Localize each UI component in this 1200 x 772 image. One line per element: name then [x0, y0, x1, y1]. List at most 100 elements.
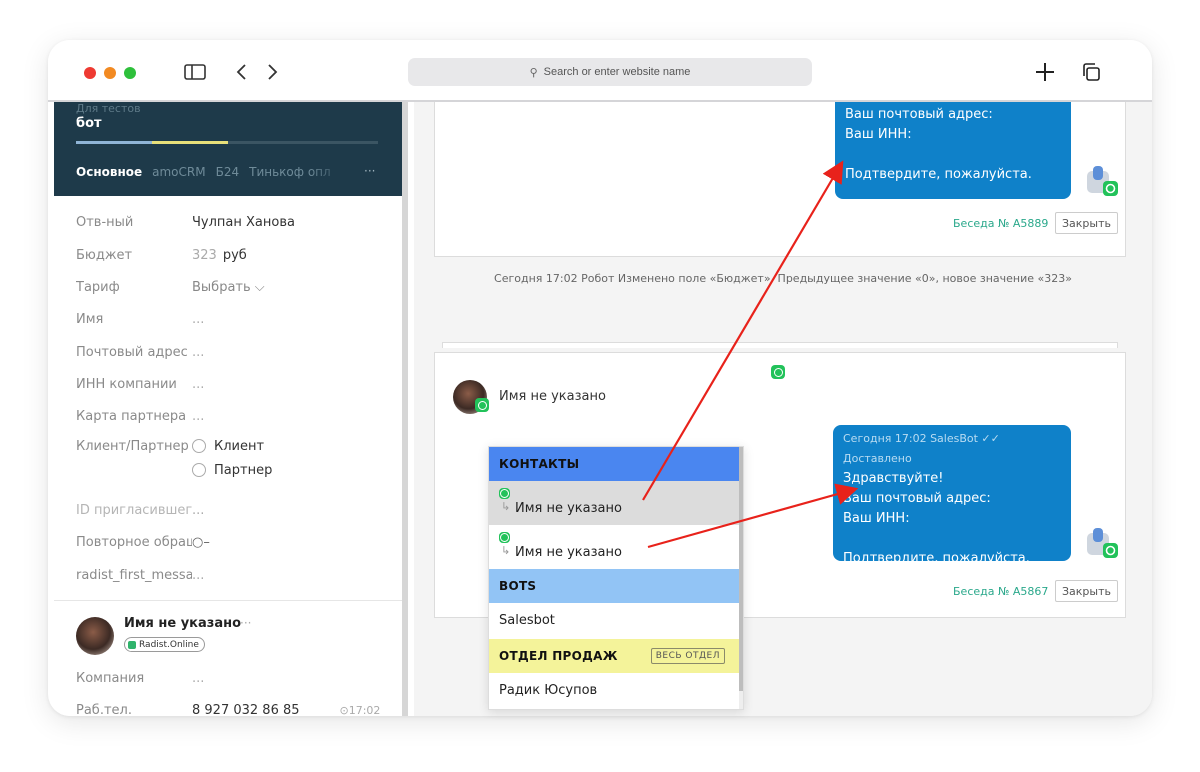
field-value: ...	[192, 567, 205, 583]
field-budget[interactable]: Бюджет 323 руб	[76, 245, 247, 265]
phone-value: 8 927 032 86 85	[192, 702, 300, 717]
lead-name[interactable]: бот	[76, 116, 102, 131]
screenshot-stage: ⚲ Search or enter website name Для тесто…	[0, 0, 1200, 772]
contact-tag: Radist.Online	[124, 637, 205, 652]
bot-message-bubble: Ваш почтовый адрес: Ваш ИНН: Подтвердите…	[835, 102, 1071, 199]
contact-name[interactable]: Имя не указано	[124, 616, 241, 631]
field-label: Раб.тел.	[76, 702, 132, 717]
whatsapp-badge-icon	[475, 398, 489, 412]
field-name[interactable]: Имя ...	[76, 309, 204, 329]
dropdown-item-label: Имя не указано	[515, 545, 622, 560]
section-label: ОТДЕЛ ПРОДАЖ	[499, 649, 618, 663]
tab-b24[interactable]: Б24	[216, 165, 240, 179]
dropdown-contact-item[interactable]: ↳ Имя не указано	[489, 525, 739, 569]
budget-value: 323	[192, 247, 217, 263]
address-bar[interactable]: ⚲ Search or enter website name	[408, 58, 812, 86]
tariff-select[interactable]: Выбрать ⌵	[192, 280, 265, 295]
field-work-phone[interactable]: Раб.тел. 8 927 032 86 85 ⊙17:02	[76, 700, 381, 717]
whole-department-button[interactable]: ВЕСЬ ОТДЕЛ	[650, 648, 725, 664]
bot-message-bubble: Сегодня 17:02 SalesBot ✓✓ Доставлено Здр…	[833, 425, 1071, 566]
field-client-partner-option2: Партнер	[192, 460, 272, 480]
message-line: Подтвердите, пожалуйста.	[843, 551, 1030, 566]
pipeline-progress	[76, 141, 378, 144]
address-placeholder: Search or enter website name	[543, 66, 691, 78]
field-repeat-request[interactable]: Повторное обращение ○–	[76, 532, 210, 552]
field-label: Компания	[76, 670, 145, 686]
tag-label: Radist.Online	[139, 639, 199, 650]
sales-dept-section-header: ОТДЕЛ ПРОДАЖ ВЕСЬ ОТДЕЛ	[489, 639, 739, 673]
left-panel-scrollbar[interactable]	[402, 102, 408, 716]
field-label: radist_first_message	[76, 567, 192, 583]
bots-section-header: BOTS	[489, 569, 739, 603]
lead-header: Для тестов бот Основное amoCRM Б24 Тиньк…	[54, 102, 408, 196]
contact-more-button[interactable]: ···	[240, 616, 251, 630]
close-conversation-button[interactable]: Закрыть	[1055, 212, 1118, 234]
field-label: Почтовый адрес	[76, 344, 188, 360]
minimize-window-button[interactable]	[104, 67, 116, 79]
field-company-inn[interactable]: ИНН компании ...	[76, 374, 204, 394]
dropdown-user-item[interactable]: Радик Юсупов	[489, 673, 739, 709]
message-meta: Сегодня 17:02 SalesBot ✓✓ Доставлено	[843, 432, 1000, 465]
field-partner-card[interactable]: Карта партнера ...	[76, 406, 204, 426]
field-radist-first-message[interactable]: radist_first_message ...	[76, 565, 204, 585]
contacts-section-header: КОНТАКТЫ	[489, 447, 739, 481]
radio-client[interactable]	[192, 439, 206, 453]
forward-icon[interactable]	[264, 58, 282, 86]
message-line: Подтвердите, пожалуйста.	[845, 167, 1032, 182]
pipeline-label: Для тестов	[76, 102, 141, 115]
new-tab-icon[interactable]	[1032, 58, 1058, 86]
salesbot-icon	[1087, 528, 1118, 558]
sidebar-toggle-icon[interactable]	[182, 58, 208, 86]
field-label: Имя	[76, 311, 104, 327]
sub-item-arrow-icon: ↳	[501, 500, 511, 513]
tabs-overview-icon[interactable]	[1078, 58, 1104, 86]
field-label: Тариф	[76, 279, 120, 295]
back-icon[interactable]	[232, 58, 250, 86]
radio-partner[interactable]	[192, 463, 206, 477]
field-value: ...	[192, 670, 205, 686]
tab-main[interactable]: Основное	[76, 165, 142, 179]
tabs-fade	[308, 160, 368, 186]
tag-icon	[128, 640, 136, 649]
field-label: Бюджет	[76, 247, 133, 263]
tabs-more-button[interactable]: ···	[364, 164, 375, 178]
field-inviter-id[interactable]: ID пригласившего ...	[76, 500, 204, 520]
close-window-button[interactable]	[84, 67, 96, 79]
message-line: Здравствуйте!	[843, 471, 944, 486]
dropdown-contact-item[interactable]: ↳ Имя не указано	[489, 481, 739, 525]
recipient-dropdown: КОНТАКТЫ ↳ Имя не указано ↳ Имя не указа…	[488, 446, 744, 710]
browser-toolbar: ⚲ Search or enter website name	[48, 40, 1152, 102]
lead-tabs: Основное amoCRM Б24 Тинькоф опл	[76, 165, 331, 179]
close-conversation-button[interactable]: Закрыть	[1055, 580, 1118, 602]
tab-amocrm[interactable]: amoCRM	[152, 165, 205, 179]
lead-card-panel: Для тестов бот Основное amoCRM Б24 Тиньк…	[54, 102, 408, 716]
conversation-number[interactable]: Беседа № A5889	[953, 217, 1048, 230]
contact-avatar	[76, 617, 114, 655]
system-event-note: Сегодня 17:02 Робот Изменено поле «Бюдже…	[494, 272, 1072, 285]
phone-time: ⊙17:02	[339, 703, 381, 717]
toggle-switch[interactable]: ○–	[192, 535, 210, 550]
field-label: Карта партнера	[76, 408, 187, 424]
message-line: Ваш ИНН:	[843, 511, 910, 526]
field-postal-address[interactable]: Почтовый адрес ...	[76, 342, 204, 362]
radio-client-label: Клиент	[214, 438, 265, 454]
message-line: Ваш ИНН:	[845, 127, 912, 142]
conversation-number[interactable]: Беседа № A5867	[953, 585, 1048, 598]
field-label: Повторное обращение	[76, 534, 192, 550]
field-label: Клиент/Партнер	[76, 438, 189, 454]
field-label: ИНН компании	[76, 376, 177, 392]
field-tariff[interactable]: Тариф Выбрать ⌵	[76, 277, 265, 297]
budget-currency: руб	[222, 247, 247, 263]
field-company[interactable]: Компания ...	[76, 668, 204, 688]
dropdown-bot-item[interactable]: Salesbot	[489, 603, 739, 639]
message-line: Ваш почтовый адрес:	[843, 491, 991, 506]
zoom-window-button[interactable]	[124, 67, 136, 79]
search-icon: ⚲	[529, 66, 538, 79]
dropdown-scrollbar[interactable]	[739, 447, 743, 709]
field-value: ...	[192, 376, 205, 392]
sender-name[interactable]: Имя не указано	[499, 389, 606, 404]
field-value: ...	[192, 408, 205, 424]
whatsapp-icon	[499, 532, 510, 543]
sub-item-arrow-icon: ↳	[501, 544, 511, 557]
field-responsible[interactable]: Отв-ный Чулпан Ханова	[76, 212, 295, 232]
